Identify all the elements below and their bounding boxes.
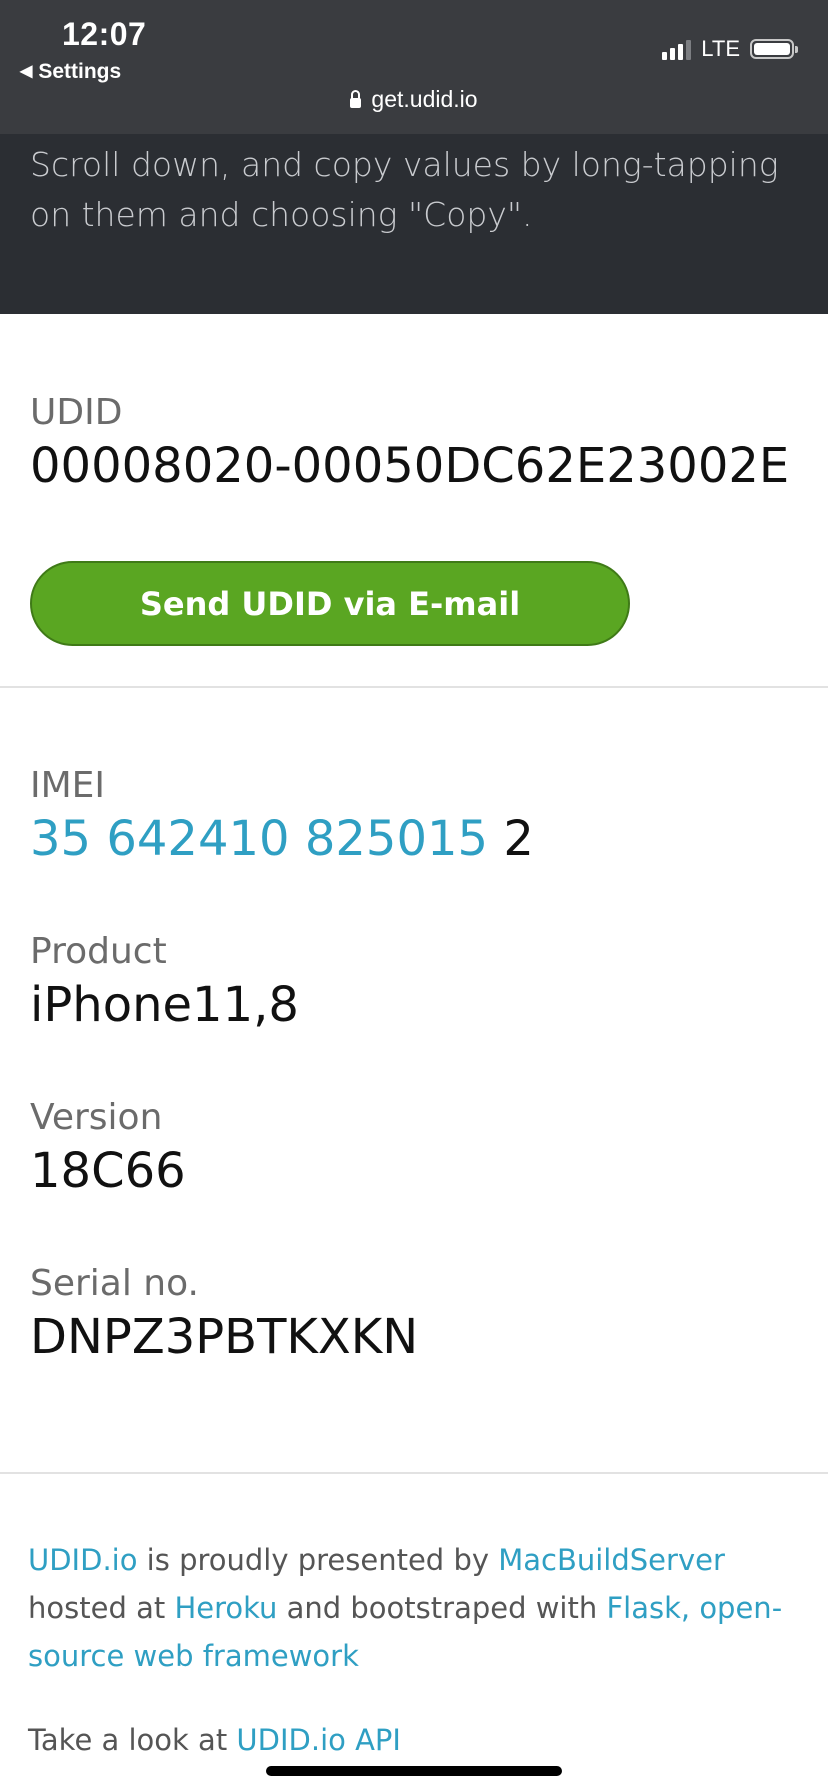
instructions-banner: Scroll down, and copy values by long-tap… <box>0 134 828 314</box>
imei-value[interactable]: 35 642410 825015 2 <box>30 811 534 867</box>
carrier-label: LTE <box>701 36 740 61</box>
udid-value[interactable]: 00008020-00050DC62E23002E <box>30 438 789 494</box>
home-indicator[interactable] <box>266 1766 562 1776</box>
browser-chrome: 12:07 ◀ Settings LTE get.udid.io <box>0 0 828 134</box>
send-udid-email-button[interactable]: Send UDID via E-mail <box>30 561 630 646</box>
imei-phone-link[interactable]: 35 642410 825015 <box>30 811 488 867</box>
product-label: Product <box>30 931 167 972</box>
signal-strength-icon <box>662 38 692 60</box>
footer-text-3: and bootstraped with <box>277 1591 607 1625</box>
version-label: Version <box>30 1097 163 1138</box>
version-value[interactable]: 18C66 <box>30 1143 186 1199</box>
macbuildserver-link[interactable]: MacBuildServer <box>498 1543 725 1577</box>
status-indicators: LTE <box>662 36 798 62</box>
back-label: Settings <box>38 60 122 83</box>
footer-api: Take a look at UDID.io API <box>28 1716 808 1764</box>
imei-label: IMEI <box>30 765 106 806</box>
footer-credits: UDID.io is proudly presented by MacBuild… <box>28 1536 808 1680</box>
serial-value[interactable]: DNPZ3PBTKXKN <box>30 1309 418 1365</box>
address-bar[interactable]: get.udid.io <box>0 86 828 113</box>
battery-icon <box>750 39 798 59</box>
api-prefix: Take a look at <box>28 1723 237 1757</box>
back-to-settings-button[interactable]: ◀ Settings <box>20 60 121 84</box>
section-divider <box>0 686 828 688</box>
footer-text-1: is proudly presented by <box>137 1543 499 1577</box>
udid-label: UDID <box>30 392 123 433</box>
url-text: get.udid.io <box>371 86 478 112</box>
product-value[interactable]: iPhone11,8 <box>30 977 299 1033</box>
serial-label: Serial no. <box>30 1263 199 1304</box>
imei-tail: 2 <box>488 811 534 867</box>
instructions-text: Scroll down, and copy values by long-tap… <box>30 145 779 234</box>
udid-io-link[interactable]: UDID.io <box>28 1543 137 1577</box>
lock-icon <box>350 90 362 108</box>
heroku-link[interactable]: Heroku <box>174 1591 277 1625</box>
footer-divider <box>0 1472 828 1474</box>
status-time: 12:07 <box>62 16 147 52</box>
footer-text-2: hosted at <box>28 1591 175 1625</box>
back-arrow-icon: ◀ <box>20 63 33 80</box>
udid-io-api-link[interactable]: UDID.io API <box>236 1723 401 1757</box>
